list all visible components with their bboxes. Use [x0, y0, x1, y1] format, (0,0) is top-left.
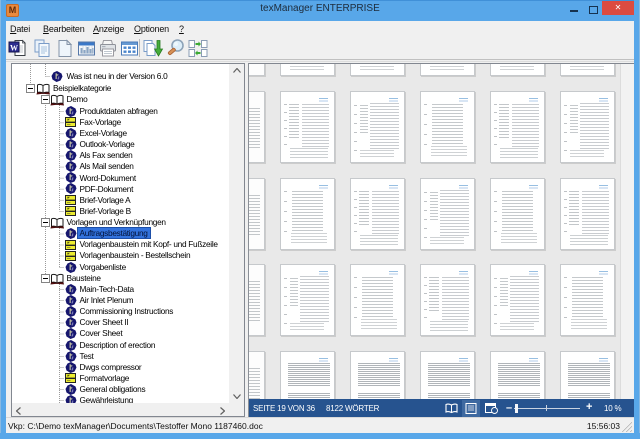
svg-text:W: W: [10, 44, 18, 53]
